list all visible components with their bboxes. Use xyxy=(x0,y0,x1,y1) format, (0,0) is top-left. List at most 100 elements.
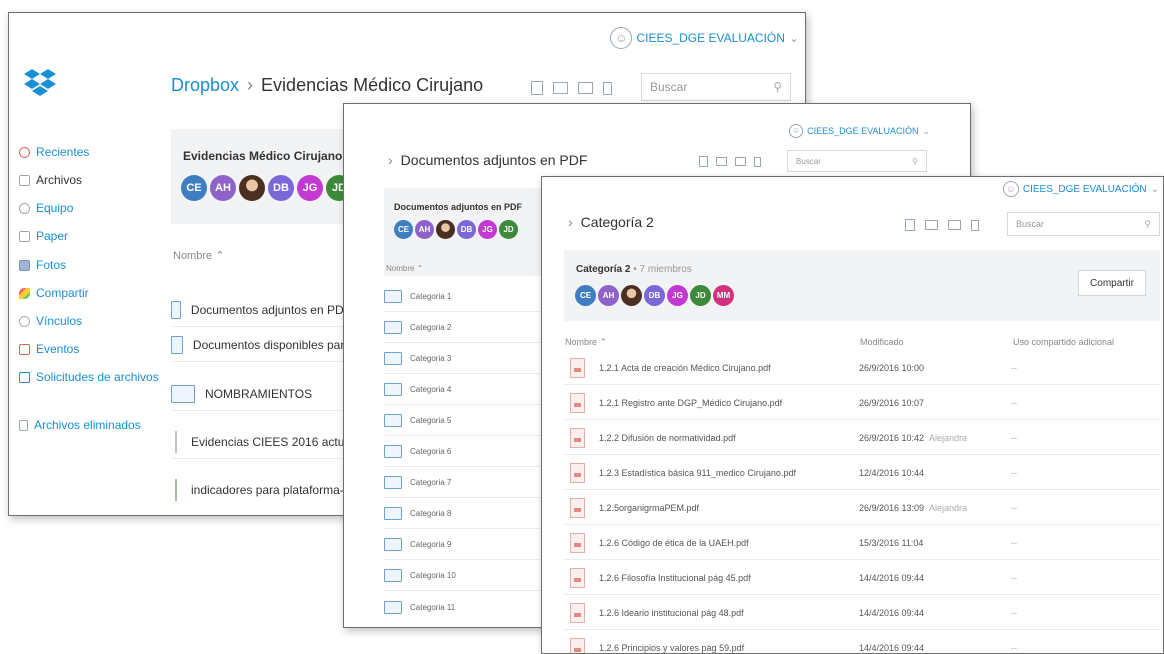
file-row[interactable]: 1.2.5organigrmaPEM.pdf 26/9/2016 13:09 A… xyxy=(564,491,1160,525)
column-header-name[interactable]: Nombre ⌃ xyxy=(173,249,224,262)
search-input[interactable]: Buscar ⚲ xyxy=(787,150,927,172)
file-name: 1.2.3 Estadística básica 911_medico Ciru… xyxy=(599,467,796,478)
pdf-file-icon xyxy=(570,357,585,378)
file-modified: 12/4/2016 10:44 xyxy=(859,467,925,478)
file-name: Documentos disponibles para xyxy=(192,337,351,352)
sidebar-item-equipo[interactable]: Equipo xyxy=(19,201,73,215)
file-name: Documentos adjuntos en PDF xyxy=(190,302,351,317)
breadcrumb-root[interactable]: Dropbox xyxy=(171,75,239,96)
column-header-modified[interactable]: Modificado xyxy=(860,337,904,347)
column-header-name[interactable]: Nombre ⌃ xyxy=(386,264,423,273)
share-button[interactable]: Compartir xyxy=(1078,270,1146,296)
trash-icon[interactable] xyxy=(603,81,612,95)
new-folder-icon[interactable] xyxy=(716,157,727,166)
file-row[interactable]: 1.2.1 Acta de creación Médico Cirujano.p… xyxy=(564,351,1160,385)
folder-row[interactable]: Categoria 9 xyxy=(384,530,544,560)
trash-icon[interactable] xyxy=(971,219,979,231)
folder-name: Categoria 6 xyxy=(410,447,452,456)
file-name: 1.2.6 Ideario institucional pág 48.pdf xyxy=(599,607,744,618)
folder-row[interactable]: Categoria 7 xyxy=(384,468,544,498)
share-icon xyxy=(19,287,30,299)
sort-icon: ⌃ xyxy=(215,250,225,262)
column-header-name[interactable]: Nombre ⌃ xyxy=(565,337,607,348)
file-row[interactable]: NOMBRAMIENTOS xyxy=(171,377,351,411)
sidebar-item-vinculos[interactable]: Vínculos xyxy=(19,314,82,328)
file-row[interactable]: Documentos adjuntos en PDF xyxy=(171,293,351,327)
trash-icon[interactable] xyxy=(754,156,761,167)
column-header-shared[interactable]: Uso compartido adicional xyxy=(1013,337,1114,347)
folder-name: Categoria 11 xyxy=(410,602,456,612)
folder-row[interactable]: Categoria 11 xyxy=(384,592,544,622)
search-input[interactable]: Buscar ⚲ xyxy=(641,73,791,101)
shared-folder-icon[interactable] xyxy=(735,157,746,166)
file-shared: -- xyxy=(1011,572,1017,583)
document-icon xyxy=(175,430,177,453)
folder-row[interactable]: Categoria 5 xyxy=(384,406,544,436)
sidebar-item-recientes[interactable]: Recientes xyxy=(19,145,89,159)
sidebar-item-eliminados[interactable]: Archivos eliminados xyxy=(19,418,141,432)
file-row[interactable]: 1.2.6 Filosofía Institucional pág 45.pdf… xyxy=(564,561,1160,595)
avatar: AH xyxy=(598,285,619,306)
dropbox-window-category: ☺ CIEES_DGE EVALUACIÓN ⌄ › Categoría 2 B… xyxy=(541,176,1164,654)
sidebar-item-eventos[interactable]: Eventos xyxy=(19,342,79,356)
file-row[interactable]: 1.2.1 Registro ante DGP_Médico Cirujano.… xyxy=(564,386,1160,420)
user-avatar-icon: ☺ xyxy=(1002,181,1019,197)
upload-file-icon[interactable] xyxy=(699,156,708,167)
folder-row[interactable]: Categoria 3 xyxy=(384,344,544,374)
link-icon xyxy=(19,315,30,327)
sidebar-label: Recientes xyxy=(36,145,90,159)
avatar: CE xyxy=(575,285,596,306)
file-row[interactable]: 1.2.6 Código de ética de la UAEH.pdf 15/… xyxy=(564,526,1160,560)
folder-row[interactable]: Categoria 4 xyxy=(384,375,544,405)
folder-row[interactable]: Categoria 1 xyxy=(384,282,544,312)
file-name: 1.2.1 Registro ante DGP_Médico Cirujano.… xyxy=(599,397,783,408)
user-menu[interactable]: ☺ CIEES_DGE EVALUACIÓN ⌄ xyxy=(789,124,930,138)
folder-icon xyxy=(384,476,402,489)
folder-row[interactable]: Categoria 6 xyxy=(384,437,544,467)
shared-folder-icon[interactable] xyxy=(948,220,961,230)
user-menu[interactable]: ☺ CIEES_DGE EVALUACIÓN ⌄ xyxy=(610,27,799,49)
sidebar-item-fotos[interactable]: Fotos xyxy=(19,258,66,272)
member-avatars[interactable]: CE AH DB JG JD MM xyxy=(575,285,734,306)
folder-icon xyxy=(384,383,402,396)
upload-file-icon[interactable] xyxy=(905,219,915,231)
search-input[interactable]: Buscar ⚲ xyxy=(1007,212,1160,236)
search-icon: ⚲ xyxy=(773,80,782,94)
user-menu[interactable]: ☺ CIEES_DGE EVALUACIÓN ⌄ xyxy=(1002,181,1159,197)
file-row[interactable]: Documentos disponibles para xyxy=(171,328,351,362)
search-placeholder: Buscar xyxy=(1016,219,1045,229)
file-row[interactable]: Evidencias CIEES 2016 actual c xyxy=(171,425,363,459)
file-icon xyxy=(19,174,30,186)
sidebar-item-paper[interactable]: Paper xyxy=(19,229,68,243)
file-row[interactable]: indicadores para plataforma-M xyxy=(171,473,354,507)
new-folder-icon[interactable] xyxy=(925,220,938,230)
file-shared: -- xyxy=(1011,467,1017,478)
folder-row[interactable]: Categoria 8 xyxy=(384,499,544,529)
member-avatars[interactable]: CE AH DB JG JD xyxy=(394,220,518,239)
dropbox-logo-icon[interactable] xyxy=(24,67,56,99)
sidebar-item-compartir[interactable]: Compartir xyxy=(19,286,89,300)
file-row[interactable]: 1.2.2 Difusión de normatividad.pdf 26/9/… xyxy=(564,421,1160,455)
file-shared: -- xyxy=(1011,362,1017,373)
file-name: 1.2.6 Código de ética de la UAEH.pdf xyxy=(599,537,749,548)
spreadsheet-icon xyxy=(175,479,177,501)
sidebar-label: Solicitudes de archivos xyxy=(36,370,159,384)
file-row[interactable]: 1.2.3 Estadística básica 911_medico Ciru… xyxy=(564,456,1160,490)
sidebar-label: Archivos xyxy=(36,173,83,187)
trash-icon xyxy=(19,419,28,431)
file-shared: -- xyxy=(1011,397,1017,408)
folder-header-panel: Evidencias Médico Cirujano • 7 CE AH DB … xyxy=(171,129,360,224)
member-avatars[interactable]: CE AH DB JG JD xyxy=(181,175,352,201)
folder-row[interactable]: Categoria 2 xyxy=(384,313,544,343)
file-row[interactable]: 1.2.6 Principios y valores pág 59.pdf 14… xyxy=(564,631,1160,653)
folder-header-panel: Documentos adjuntos en PDF CE AH DB JG J… xyxy=(384,188,554,276)
folder-row[interactable]: Categoria 10 xyxy=(384,561,544,591)
file-row[interactable]: 1.2.6 Ideario institucional pág 48.pdf 1… xyxy=(564,596,1160,630)
sidebar-item-solicitudes[interactable]: Solicitudes de archivos xyxy=(19,370,159,384)
folder-title: Documentos adjuntos en PDF xyxy=(394,202,523,212)
upload-file-icon[interactable] xyxy=(531,81,543,95)
sidebar-item-archivos[interactable]: Archivos xyxy=(19,173,82,187)
pdf-file-icon xyxy=(570,567,585,588)
shared-folder-icon[interactable] xyxy=(578,82,593,94)
new-folder-icon[interactable] xyxy=(553,82,568,94)
